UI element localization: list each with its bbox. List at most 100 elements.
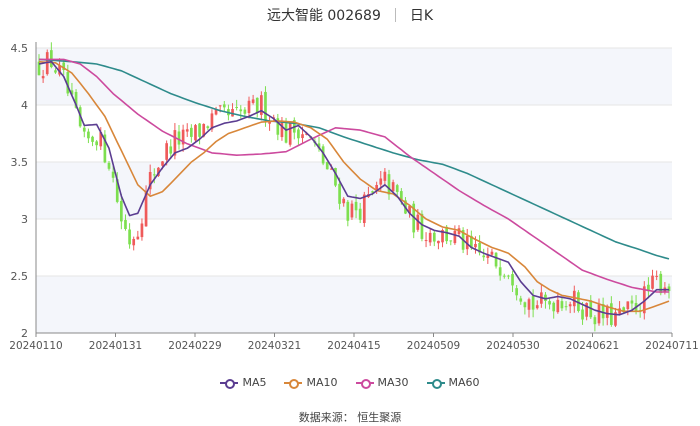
candle-body (548, 301, 551, 305)
candle-body (206, 126, 210, 129)
candle-body (346, 201, 350, 221)
candle-body (482, 255, 486, 258)
legend-ma30-label: MA30 (377, 376, 409, 389)
candle-body (498, 267, 502, 276)
candle-body (581, 309, 584, 320)
y-tick-label: 4 (21, 99, 28, 112)
candle-body (515, 288, 518, 296)
candle-body (564, 306, 568, 308)
candle-body (194, 125, 197, 141)
candle-body (41, 76, 45, 79)
y-tick-label: 3.5 (11, 156, 29, 169)
candle-body (445, 226, 448, 242)
band (36, 276, 672, 333)
candle-body (288, 122, 292, 145)
candle-body (420, 213, 424, 239)
x-tick-label: 20240530 (486, 340, 539, 352)
legend-ma5[interactable]: MA5 (220, 376, 266, 389)
x-tick-label: 20240621 (566, 340, 619, 352)
candle-body (362, 194, 366, 224)
y-tick-label: 2 (21, 327, 28, 340)
candle-body (107, 162, 111, 169)
x-tick-label: 20240509 (407, 340, 460, 352)
x-tick-label: 20240321 (248, 340, 301, 352)
candle-body (136, 236, 140, 240)
y-axis: 2 2.5 3 3.5 4 4.5 (11, 42, 37, 340)
candle-body (432, 232, 436, 242)
x-tick-label: 20240415 (327, 340, 380, 352)
candle-body (124, 219, 127, 229)
data-source: 数据来源： 恒生聚源 (298, 411, 402, 424)
candle-body (453, 230, 457, 244)
x-tick-label: 20240711 (645, 340, 698, 352)
candle-body (264, 91, 267, 121)
candle-body (494, 252, 498, 267)
legend-ma60[interactable]: MA60 (426, 376, 480, 389)
candle-body (177, 131, 181, 145)
candle-body (111, 171, 115, 178)
candle-body (502, 275, 506, 277)
candle-body (585, 303, 588, 317)
candlestick-chart: 22.533.544.5 20240110 20240131 20240229 202… (9, 42, 699, 352)
candle-body (87, 131, 90, 139)
ma10-swatch (284, 378, 303, 389)
candle-body (247, 100, 251, 114)
candle-body (185, 129, 189, 132)
candle-body (284, 123, 288, 143)
candle-body (95, 141, 98, 146)
candle-body (655, 275, 658, 277)
candle-body (152, 174, 156, 176)
y-tick-label: 3 (21, 213, 28, 226)
candle-body (383, 171, 387, 181)
candle-body (297, 129, 300, 139)
candle-body (255, 97, 259, 113)
candle-body (350, 203, 354, 218)
candle-body (132, 238, 136, 246)
candle-body (198, 123, 201, 137)
background-bands (36, 48, 672, 333)
legend-ma10-label: MA10 (306, 376, 338, 389)
candle-body (235, 106, 238, 108)
candle-body (243, 109, 247, 114)
x-axis: 20240110 20240131 20240229 20240321 20240415… (9, 332, 699, 352)
candle-body (428, 232, 432, 243)
candle-body (128, 229, 131, 245)
candle-body (342, 198, 346, 204)
candle-body (556, 299, 560, 313)
candle-body (358, 208, 362, 220)
ma5-swatch (220, 378, 239, 389)
legend-ma30[interactable]: MA30 (355, 376, 409, 389)
candle-body (169, 146, 173, 154)
ma30-swatch (355, 378, 374, 389)
candle-body (91, 136, 94, 142)
candle-body (527, 299, 531, 310)
candle-body (626, 301, 630, 310)
candle-body (437, 240, 440, 244)
candle-body (651, 275, 654, 289)
legend: MA5 MA10 MA30 MA60 (0, 376, 700, 389)
candle-body (630, 300, 634, 304)
candle-body (449, 240, 453, 242)
candle-body (251, 99, 255, 103)
candle-body (597, 304, 601, 324)
candle-body (552, 302, 556, 312)
candle-body (54, 70, 57, 73)
candle-body (190, 127, 193, 137)
candle-body (379, 178, 383, 185)
candle-body (391, 182, 395, 192)
candle-body (568, 304, 572, 307)
legend-ma10[interactable]: MA10 (284, 376, 338, 389)
candle-body (239, 109, 243, 112)
candle-body (507, 275, 510, 277)
candle-body (82, 127, 86, 132)
candle-body (325, 162, 329, 170)
candle-body (424, 240, 428, 242)
candle-body (222, 104, 226, 108)
candle-body (531, 296, 535, 310)
candle-body (140, 223, 144, 238)
legend-ma5-label: MA5 (242, 376, 267, 389)
candle-body (395, 185, 399, 192)
candle-body (474, 243, 477, 248)
candle-body (354, 201, 358, 211)
candle-body (593, 317, 597, 325)
